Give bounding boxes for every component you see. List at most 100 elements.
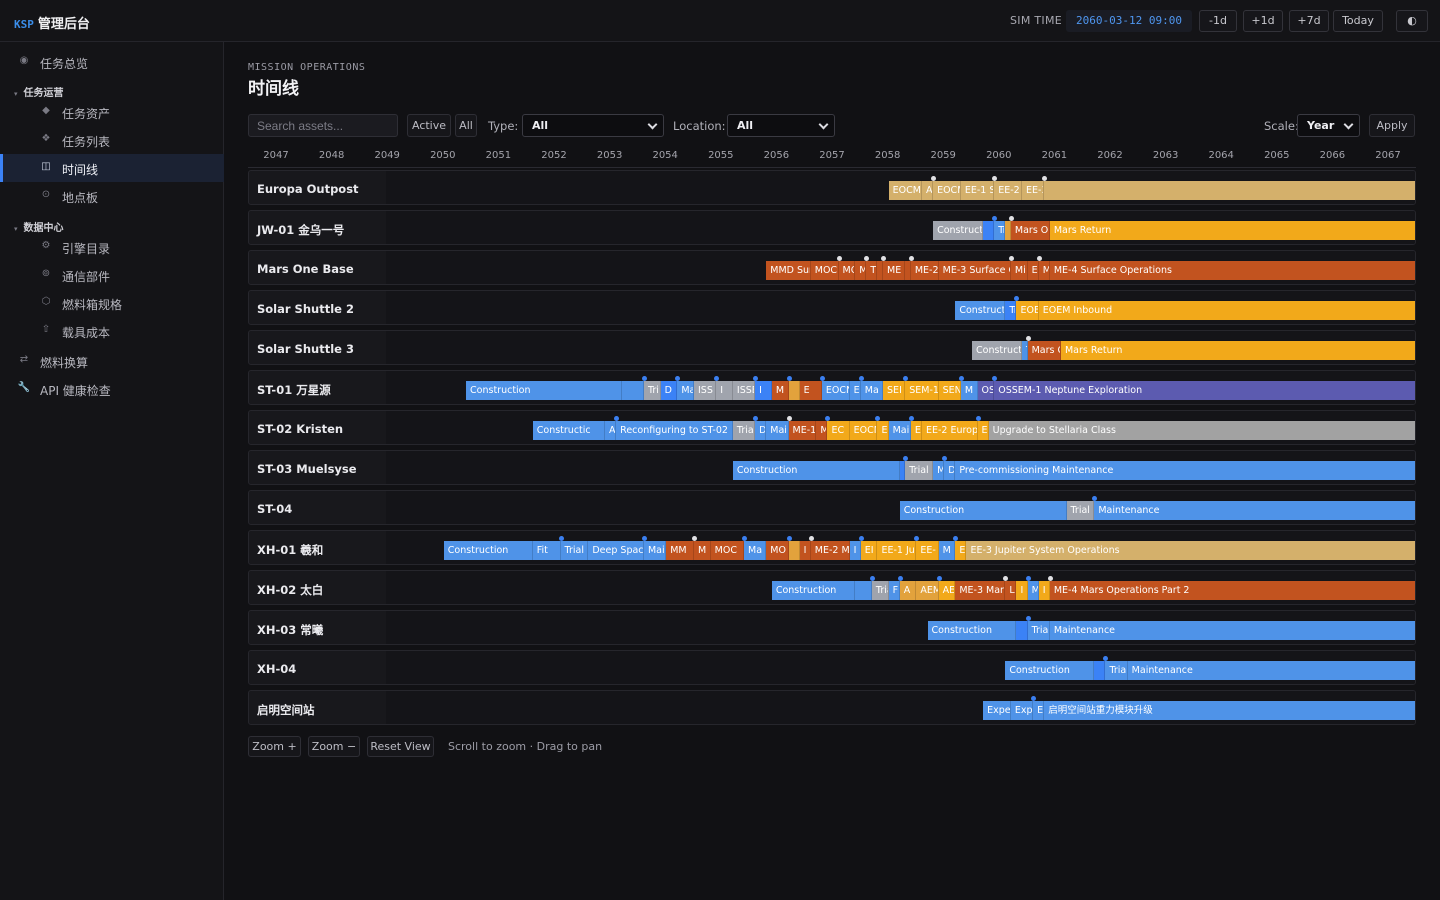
mission-segment[interactable]: EOCN (821, 381, 850, 400)
zoom-in-button[interactable]: Zoom + (248, 736, 301, 757)
timeline-lane[interactable]: ConstructionTrial PMaintenance (386, 491, 1415, 524)
timeline-lane[interactable]: ConstructionTriDMaISSIISSEIMEEOCNEMaSEIS… (386, 371, 1415, 404)
mission-segment[interactable]: A (899, 581, 917, 600)
mission-segment[interactable]: MO (838, 261, 856, 280)
mission-segment[interactable]: Maintenance (1127, 661, 1415, 680)
mission-segment[interactable]: M (1027, 581, 1039, 600)
mission-segment[interactable]: E (877, 421, 889, 440)
mission-segment[interactable]: M (1038, 261, 1050, 280)
mission-segment[interactable]: Trial P (1066, 501, 1095, 520)
mission-segment[interactable]: 启明空间站重力模块升级 (1044, 701, 1415, 720)
apply-button[interactable]: Apply (1369, 114, 1415, 137)
nav-timeline[interactable]: ◫ 时间线 (0, 154, 224, 182)
mission-segment[interactable]: M (938, 541, 956, 560)
mission-segment[interactable]: Tr (1005, 301, 1017, 320)
mission-segment[interactable]: E (910, 421, 922, 440)
timeline-lane[interactable]: ExpecExpeE启明空间站重力模块升级 (386, 691, 1415, 724)
mission-segment[interactable]: Construction (927, 621, 1017, 640)
timeline-lane[interactable]: ConstructionFitTrialDeep SpacMainMMMMOCM… (386, 531, 1415, 564)
nav-location-board[interactable]: ⊙ 地点板 (0, 182, 224, 210)
mission-segment[interactable]: EE-3 Jupiter System Operations (966, 541, 1415, 560)
nav-fuel-conversion[interactable]: ⇄ 燃料换算 (0, 347, 224, 375)
mission-segment[interactable]: MOC (810, 261, 839, 280)
filter-all-button[interactable]: All (455, 114, 477, 137)
mission-segment[interactable]: Maintenance (1094, 501, 1415, 520)
mission-segment[interactable]: I (799, 541, 811, 560)
timeline-row[interactable]: XH-01 羲和 Construction Fit Trial Deep Spac Mai… (248, 530, 1416, 565)
mission-segment[interactable]: Maintenance (1049, 621, 1415, 640)
mission-segment[interactable]: EE- (916, 541, 939, 560)
minus-1d-button[interactable]: -1d (1199, 10, 1237, 32)
mission-segment[interactable] (1044, 181, 1415, 200)
mission-segment[interactable]: Construction (732, 461, 900, 480)
mission-segment[interactable]: ME-2 Ma (810, 541, 850, 560)
timeline-row[interactable]: XH-02 太白 Construction TriaFAAEMAEME-3 Mars… (248, 570, 1416, 605)
timeline-row[interactable]: XH-03 常曦 Construction Tria Maintenance (248, 610, 1416, 645)
mission-segment[interactable] (788, 381, 800, 400)
mission-segment[interactable] (1094, 661, 1106, 680)
timeline-lane[interactable]: ConstructionTriaFAAEMAEME-3 MarsLIMIME-4… (386, 571, 1415, 604)
sim-time-display[interactable]: 2060-03-12 09:00 (1066, 10, 1192, 32)
mission-segment[interactable]: Mars Return (1049, 221, 1415, 240)
mission-segment[interactable]: F (888, 581, 900, 600)
scale-select[interactable]: Year (1297, 114, 1360, 137)
timeline-row[interactable]: ST-02 Kristen Constructic A Reconfiguring t… (248, 410, 1416, 445)
mission-segment[interactable]: EOEM Inbound (1038, 301, 1415, 320)
mission-segment[interactable] (788, 541, 800, 560)
filter-active-button[interactable]: Active (407, 114, 451, 137)
mission-segment[interactable]: Tria (871, 581, 889, 600)
timeline-lane[interactable]: MMD SurMOCMOMTMMEMME-2ME-3 Surface OpMiE… (386, 251, 1415, 284)
mission-segment[interactable]: EC (827, 421, 850, 440)
nav-comms-parts[interactable]: ⊚ 通信部件 (0, 261, 224, 289)
mission-segment[interactable]: Constructi (955, 301, 1006, 320)
timeline-row[interactable]: XH-04 Construction Tria Maintenance (248, 650, 1416, 685)
timeline-lane[interactable]: ConstructiTrEOEEOEM Inbound (386, 291, 1415, 324)
mission-segment[interactable]: D (944, 461, 956, 480)
mission-segment[interactable]: Tria (732, 421, 756, 440)
plus-7d-button[interactable]: +7d (1289, 10, 1329, 32)
nav-overview[interactable]: ◉ 任务总览 (0, 48, 224, 76)
mission-segment[interactable]: Deep Spac (588, 541, 644, 560)
mission-segment[interactable]: D (660, 381, 678, 400)
mission-segment[interactable]: I (755, 381, 772, 400)
nav-engine-catalog[interactable]: ⚙ 引擎目录 (0, 233, 224, 261)
mission-segment[interactable]: Construct (972, 341, 1023, 360)
mission-segment[interactable]: M (960, 381, 978, 400)
mission-segment[interactable]: EOCM (933, 181, 961, 200)
mission-segment[interactable]: OSSEM-1 Neptune Exploration (994, 381, 1415, 400)
mission-segment[interactable]: SEI (883, 381, 906, 400)
timeline-row[interactable]: 启明空间站 ExpecExpeE启明空间站重力模块升级 (248, 690, 1416, 725)
timeline-lane[interactable]: ConstructTMars CMars Return (386, 331, 1415, 364)
mission-segment[interactable]: M (771, 381, 789, 400)
location-select[interactable]: All (727, 114, 835, 137)
group-mission-ops[interactable]: ▾ 任务运营 (14, 84, 64, 99)
mission-segment[interactable]: ME-4 Mars Operations Part 2 (1049, 581, 1415, 600)
mission-segment[interactable]: Expe (1010, 701, 1034, 720)
mission-segment[interactable]: ME-2 (910, 261, 939, 280)
reset-view-button[interactable]: Reset View (367, 736, 434, 757)
mission-segment[interactable]: Mars C (1027, 341, 1061, 360)
mission-segment[interactable]: ME-3 Surface Op (938, 261, 1011, 280)
nav-fuel-tank-specs[interactable]: ⬡ 燃料箱规格 (0, 289, 224, 317)
mission-segment[interactable]: D (755, 421, 767, 440)
timeline-row[interactable]: ST-04 ConstructionTrial PMaintenance (248, 490, 1416, 525)
mission-segment[interactable]: Constructic (532, 421, 606, 440)
mission-segment[interactable]: ME-4 Surface Operations (1049, 261, 1415, 280)
mission-segment[interactable]: EI (860, 541, 878, 560)
mission-segment[interactable]: Construction (899, 501, 1067, 520)
today-button[interactable]: Today (1333, 10, 1383, 32)
mission-segment[interactable]: T (866, 261, 878, 280)
group-data-center[interactable]: ▾ 数据中心 (14, 219, 64, 234)
mission-segment[interactable]: Mi (1010, 261, 1028, 280)
timeline-lane[interactable]: Construction Trial PMDPre-commissioning M… (386, 451, 1415, 484)
mission-segment[interactable]: E (955, 541, 967, 560)
nav-vehicle-cost[interactable]: ⇧ 载具成本 (0, 317, 224, 345)
mission-segment[interactable]: MOC (710, 541, 745, 560)
mission-segment[interactable]: Reconfiguring to ST-02 (616, 421, 733, 440)
mission-segment[interactable]: L (1005, 581, 1017, 600)
mission-segment[interactable]: Ma (677, 381, 694, 400)
mission-segment[interactable]: Tri (643, 381, 661, 400)
mission-segment[interactable]: Trial (560, 541, 589, 560)
mission-segment[interactable]: AEM (916, 581, 939, 600)
timeline-row[interactable]: Mars One BaseMMD SurMOCMOMTMMEMME-2ME-3 … (248, 250, 1416, 285)
